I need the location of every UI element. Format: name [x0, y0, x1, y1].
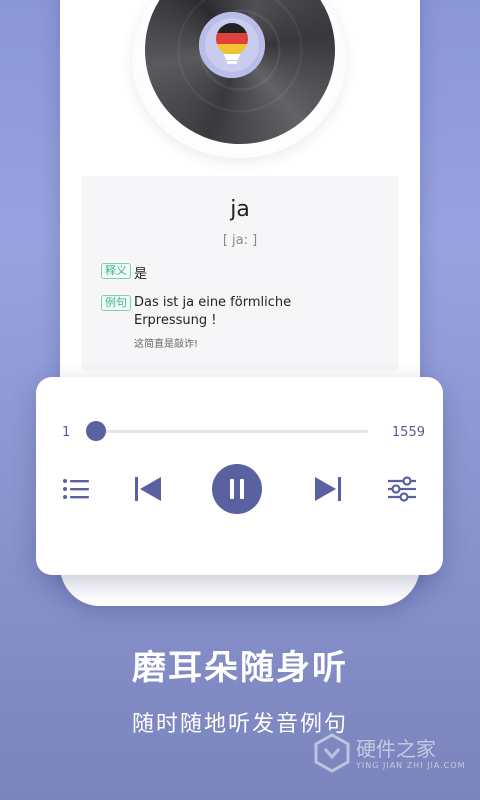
playlist-button[interactable] [56, 469, 96, 509]
total-count: 1559 [391, 425, 425, 440]
watermark-logo-icon [314, 733, 350, 773]
meaning-text: 是 [134, 267, 148, 282]
pause-icon [230, 479, 244, 499]
next-button[interactable] [308, 469, 348, 509]
sliders-icon [388, 476, 416, 502]
skip-next-icon [315, 477, 341, 501]
progress-track[interactable] [96, 430, 368, 433]
player-card: 1 1559 [36, 377, 443, 575]
word-title: ja [230, 197, 250, 222]
skip-previous-icon [135, 477, 161, 501]
previous-button[interactable] [128, 469, 168, 509]
progress-thumb[interactable] [86, 421, 106, 441]
meaning-tag: 释义 [101, 263, 131, 279]
pause-button[interactable] [212, 464, 262, 514]
current-index: 1 [62, 425, 71, 440]
example-tag: 例句 [101, 295, 131, 311]
watermark-name: 硬件之家 [356, 737, 436, 761]
german-flag-bulb-icon [216, 23, 248, 64]
phonetic: [ ja: ] [222, 233, 258, 248]
watermark-sub: YING JIAN ZHI JIA.COM [356, 761, 466, 770]
example-sentence: Das ist ja eine förmliche Erpressung ! [134, 295, 292, 328]
settings-button[interactable] [382, 469, 422, 509]
list-icon [63, 479, 89, 499]
example-translation: 这简直是敲诈! [134, 339, 199, 350]
promo-headline: 磨耳朵随身听 [132, 648, 348, 688]
